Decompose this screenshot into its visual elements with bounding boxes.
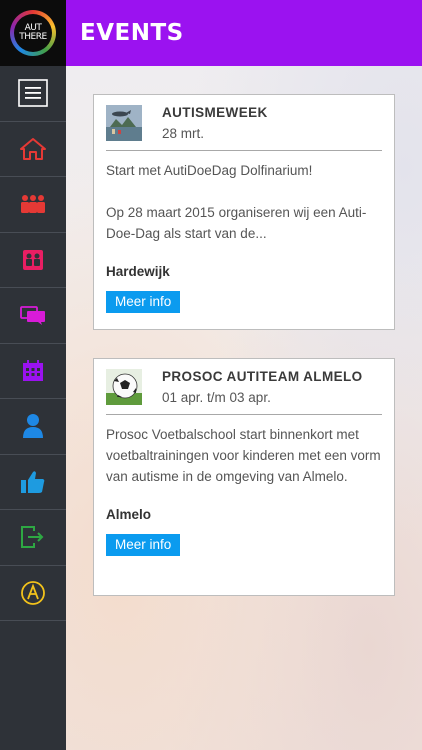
sidebar-item-logout[interactable] [0, 510, 66, 566]
event-description: Start met AutiDoeDag Dolfinarium! Op 28 … [106, 163, 367, 241]
chat-icon [20, 306, 45, 326]
page-title: EVENTS [80, 20, 184, 46]
event-title: AUTISMEWEEK [162, 105, 268, 120]
more-info-button[interactable]: Meer info [106, 291, 181, 313]
event-card[interactable]: AUTISMEWEEK 28 mrt. Start met AutiDoeDag… [93, 94, 395, 330]
calendar-icon [23, 359, 43, 381]
logo-ring: AUT THERE [10, 10, 56, 56]
event-card-titles: AUTISMEWEEK 28 mrt. [162, 105, 268, 150]
event-card-header: AUTISMEWEEK 28 mrt. [94, 95, 394, 150]
event-location: Almelo [106, 507, 152, 522]
sidebar-item-contacts[interactable] [0, 233, 66, 288]
sidebar-item-calendar[interactable] [0, 344, 66, 399]
more-info-button[interactable]: Meer info [106, 534, 181, 556]
home-icon [20, 137, 46, 160]
event-title: PROSOC AUTITEAM ALMELO [162, 369, 363, 384]
app-logo[interactable]: AUT THERE [0, 0, 66, 66]
sidebar: AUT THERE [0, 0, 66, 750]
event-card-header: PROSOC AUTITEAM ALMELO 01 apr. t/m 03 ap… [94, 359, 394, 414]
menu-icon [18, 79, 48, 108]
event-thumbnail [106, 105, 142, 141]
events-list: AUTISMEWEEK 28 mrt. Start met AutiDoeDag… [66, 66, 422, 750]
event-card-titles: PROSOC AUTITEAM ALMELO 01 apr. t/m 03 ap… [162, 369, 363, 414]
sidebar-item-autism[interactable] [0, 566, 66, 621]
sidebar-item-profile[interactable] [0, 399, 66, 455]
logo-text: AUT THERE [14, 14, 52, 52]
logout-icon [21, 526, 44, 549]
event-location: Hardewijk [106, 264, 170, 279]
event-thumbnail [106, 369, 142, 405]
event-card[interactable]: PROSOC AUTITEAM ALMELO 01 apr. t/m 03 ap… [93, 358, 395, 596]
thumbs-up-icon [21, 470, 45, 493]
sidebar-item-groups[interactable] [0, 177, 66, 233]
sidebar-item-like[interactable] [0, 455, 66, 510]
sidebar-item-home[interactable] [0, 122, 66, 177]
contacts-icon [23, 249, 43, 270]
autism-a-icon [21, 580, 45, 605]
sidebar-item-chat[interactable] [0, 288, 66, 344]
group-icon [21, 195, 45, 214]
event-date: 01 apr. t/m 03 apr. [162, 390, 271, 405]
sidebar-item-menu[interactable] [0, 66, 66, 122]
user-icon [23, 414, 43, 439]
event-description: Prosoc Voetbalschool start binnenkort me… [106, 427, 381, 484]
event-date: 28 mrt. [162, 126, 205, 141]
top-bar: EVENTS [66, 0, 422, 66]
logo-line-2: THERE [19, 32, 47, 42]
